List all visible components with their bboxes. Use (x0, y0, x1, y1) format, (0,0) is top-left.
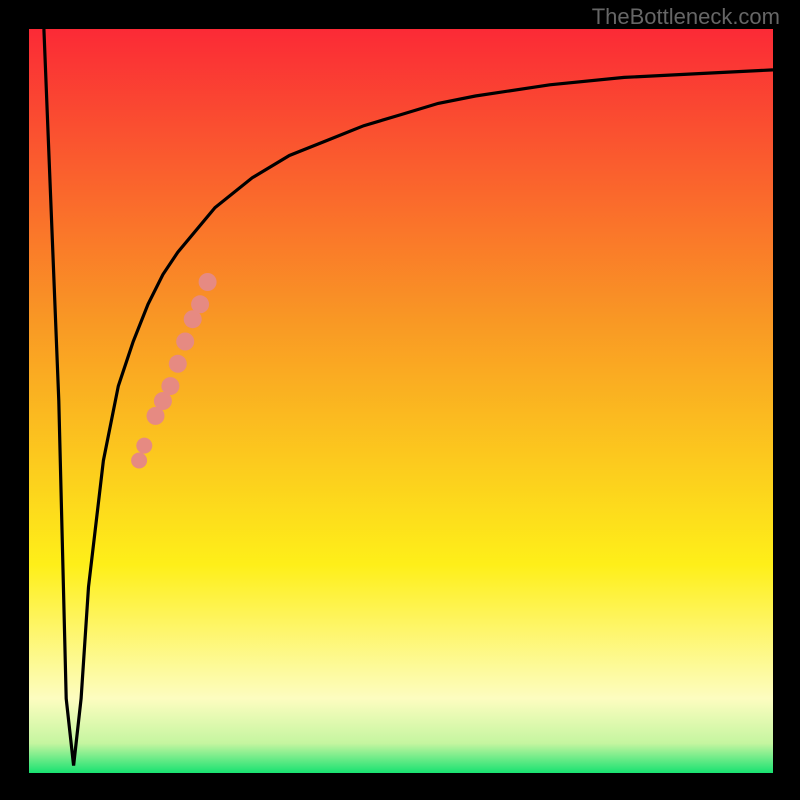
gradient-background (29, 29, 773, 773)
marker-dot (136, 438, 152, 454)
marker-dot (191, 295, 209, 313)
watermark-text: TheBottleneck.com (592, 4, 780, 30)
chart-svg (29, 29, 773, 773)
marker-dot (176, 333, 194, 351)
marker-dot (169, 355, 187, 373)
marker-dot (131, 453, 147, 469)
plot-frame (28, 28, 772, 772)
marker-dot (199, 273, 217, 291)
marker-dot (161, 377, 179, 395)
